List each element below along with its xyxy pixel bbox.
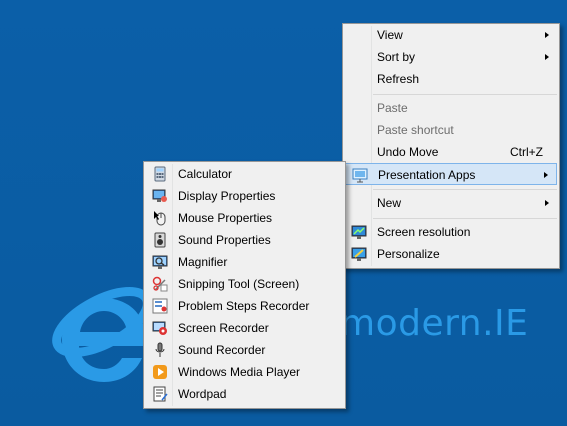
snipping-tool-icon (152, 276, 168, 292)
menu-separator (373, 189, 557, 190)
menu-item-sort-by[interactable]: Sort by (345, 46, 557, 68)
menu-item-label: Paste shortcut (377, 123, 454, 137)
menu-item-label: Screen resolution (377, 225, 471, 239)
menu-item-label: Refresh (377, 72, 420, 86)
submenu-item-label: Sound Properties (178, 233, 271, 247)
magnifier-icon (152, 255, 168, 269)
menu-item-undo-move[interactable]: Undo Move Ctrl+Z (345, 141, 557, 163)
calculator-icon (154, 166, 166, 182)
submenu-item-mouse-properties[interactable]: Mouse Properties (146, 207, 343, 229)
menu-item-label: New (377, 196, 402, 210)
menu-item-new[interactable]: New (345, 192, 557, 214)
menu-separator (373, 218, 557, 219)
submenu-arrow-icon (545, 200, 549, 206)
brand-text: modern.IE (340, 303, 529, 344)
submenu-item-label: Sound Recorder (178, 343, 266, 357)
submenu-item-label: Wordpad (178, 387, 227, 401)
menu-item-paste[interactable]: Paste (345, 97, 557, 119)
personalize-icon (351, 247, 367, 261)
presentation-apps-submenu: Calculator Display Properties Mouse Prop… (143, 161, 346, 409)
menu-item-paste-shortcut[interactable]: Paste shortcut (345, 119, 557, 141)
submenu-item-label: Display Properties (178, 189, 276, 203)
submenu-item-sound-recorder[interactable]: Sound Recorder (146, 339, 343, 361)
menu-item-label: Sort by (377, 50, 416, 64)
menu-item-view[interactable]: View (345, 24, 557, 46)
submenu-item-label: Calculator (178, 167, 233, 181)
menu-item-label: View (377, 28, 403, 42)
submenu-item-snipping-tool[interactable]: Snipping Tool (Screen) (146, 273, 343, 295)
submenu-arrow-icon (545, 54, 549, 60)
media-player-icon (153, 365, 167, 379)
submenu-item-label: Mouse Properties (178, 211, 273, 225)
menu-item-presentation-apps[interactable]: Presentation Apps (345, 163, 557, 185)
submenu-item-display-properties[interactable]: Display Properties (146, 185, 343, 207)
menu-item-label: Paste (377, 101, 408, 115)
submenu-item-problem-steps-recorder[interactable]: Problem Steps Recorder (146, 295, 343, 317)
presentation-icon (352, 168, 368, 183)
menu-separator (373, 94, 557, 95)
menu-item-refresh[interactable]: Refresh (345, 68, 557, 90)
menu-item-label: Undo Move (377, 145, 439, 159)
screen-resolution-icon (351, 225, 367, 239)
submenu-item-sound-properties[interactable]: Sound Properties (146, 229, 343, 251)
submenu-item-label: Windows Media Player (178, 365, 301, 379)
internet-explorer-logo (52, 287, 152, 382)
mouse-icon (154, 211, 166, 226)
submenu-item-screen-recorder[interactable]: Screen Recorder (146, 317, 343, 339)
steps-recorder-icon (152, 298, 168, 314)
submenu-item-windows-media-player[interactable]: Windows Media Player (146, 361, 343, 383)
desktop-context-menu: View Sort by Refresh Paste Paste shortcu… (342, 23, 560, 269)
submenu-item-label: Snipping Tool (Screen) (178, 277, 300, 291)
submenu-item-label: Problem Steps Recorder (178, 299, 310, 313)
submenu-arrow-icon (545, 32, 549, 38)
menu-item-label: Personalize (377, 247, 440, 261)
submenu-arrow-icon (544, 172, 548, 178)
display-properties-icon (152, 189, 167, 202)
wordpad-icon (153, 386, 168, 402)
submenu-item-wordpad[interactable]: Wordpad (146, 383, 343, 405)
menu-item-screen-resolution[interactable]: Screen resolution (345, 221, 557, 243)
menu-item-label: Presentation Apps (378, 168, 476, 182)
menu-item-shortcut: Ctrl+Z (510, 145, 543, 159)
submenu-item-label: Screen Recorder (178, 321, 269, 335)
submenu-item-label: Magnifier (178, 255, 228, 269)
speaker-icon (154, 232, 166, 248)
submenu-item-magnifier[interactable]: Magnifier (146, 251, 343, 273)
menu-item-personalize[interactable]: Personalize (345, 243, 557, 265)
submenu-item-calculator[interactable]: Calculator (146, 163, 343, 185)
microphone-icon (155, 342, 165, 357)
screen-recorder-icon (152, 321, 167, 335)
